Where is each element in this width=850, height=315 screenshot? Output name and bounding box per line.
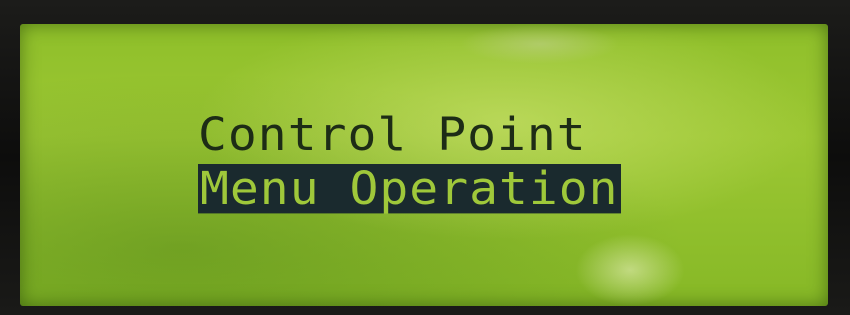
screen-glare-top	[460, 24, 620, 64]
lcd-screen: Control Point Menu Operation	[20, 24, 828, 306]
screen-glare	[575, 234, 685, 306]
device-bezel: Control Point Menu Operation	[0, 0, 850, 315]
menu-item-selected[interactable]: Menu Operation	[198, 164, 621, 213]
menu-title-line: Control Point	[198, 108, 587, 162]
